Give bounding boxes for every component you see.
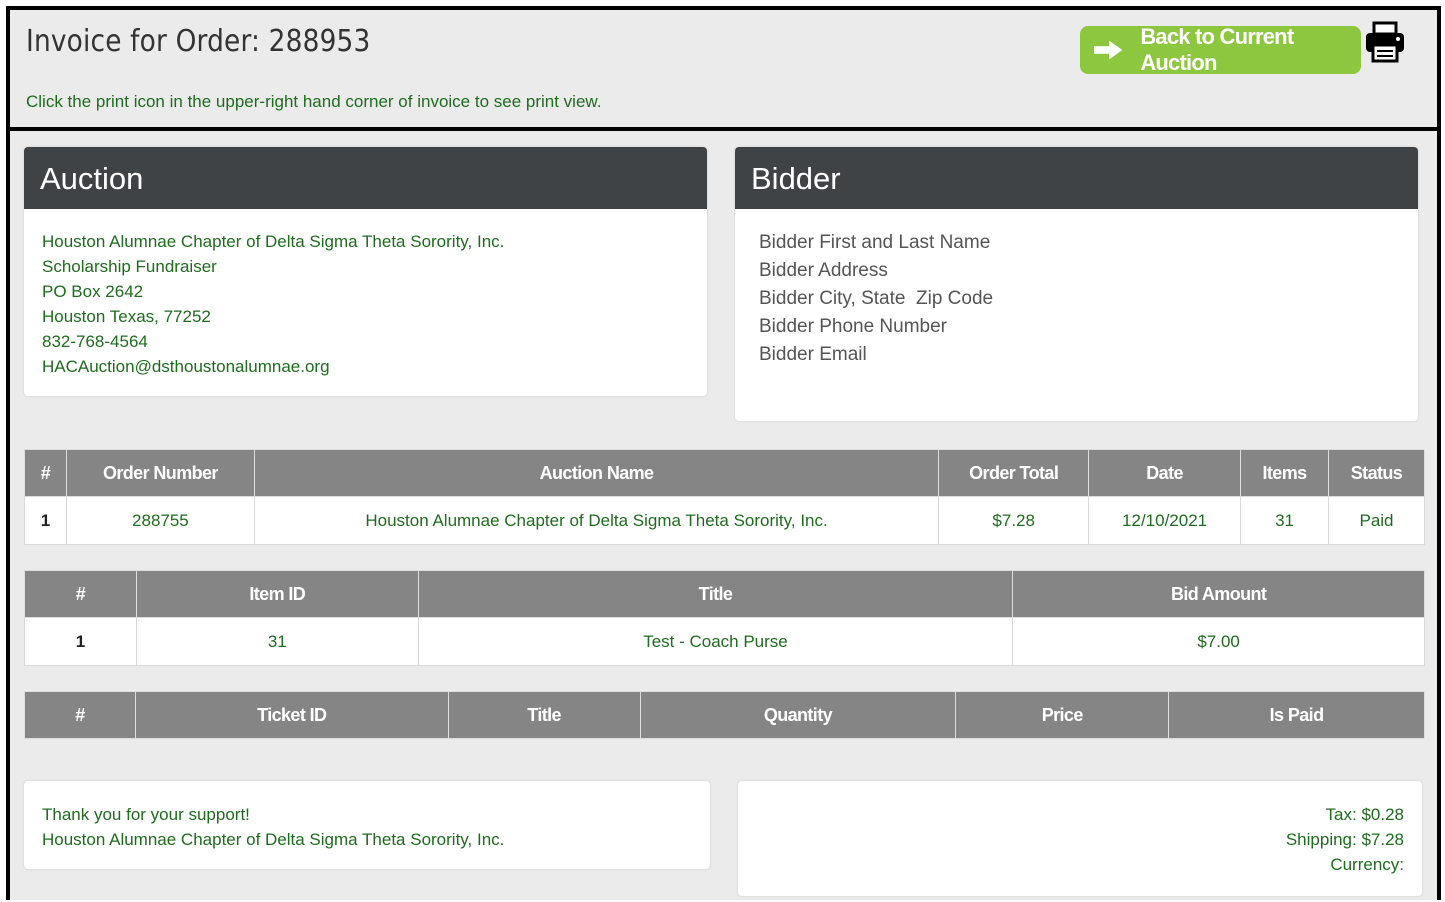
thank-you-card: Thank you for your support! Houston Alum… [24,781,710,869]
order-total: $7.28 [938,496,1090,545]
item-id: 31 [135,617,419,666]
print-icon[interactable] [1363,20,1407,64]
col-header-date: Date [1088,449,1242,497]
col-header-order-total: Order Total [938,449,1090,497]
invoice-header: Invoice for Order: 288953 Click the prin… [6,6,1441,131]
col-header-is-paid: Is Paid [1168,691,1425,739]
auction-card: Auction Houston Alumnae Chapter of Delta… [24,147,707,396]
auction-line: 832-768-4564 [42,332,148,351]
col-header-auction-name: Auction Name [253,449,940,497]
bidder-details: Bidder First and Last Name Bidder Addres… [735,209,1418,389]
auction-heading: Auction [24,147,707,209]
item-title: Test - Coach Purse [417,617,1014,666]
bidder-address: Bidder Address [759,260,888,281]
invoice-body: Auction Houston Alumnae Chapter of Delta… [6,127,1441,900]
auction-name: Houston Alumnae Chapter of Delta Sigma T… [253,496,940,545]
tickets-table: # Ticket ID Title Quantity Price Is Paid [24,691,1425,739]
currency-label: Currency: [1330,855,1404,874]
order-status: Paid [1328,496,1425,545]
bidder-name: Bidder First and Last Name [759,232,991,253]
col-header-bid-amount: Bid Amount [1012,570,1425,618]
table-row: 1 288755 Houston Alumnae Chapter of Delt… [24,496,1425,545]
auction-details: Houston Alumnae Chapter of Delta Sigma T… [24,209,707,399]
shipping-amount: Shipping: $7.28 [1285,830,1404,849]
arrow-right-icon [1094,40,1123,60]
print-hint: Click the print icon in the upper-right … [26,92,602,111]
auction-line: Houston Texas, 77252 [42,307,211,326]
col-header-status: Status [1328,449,1425,497]
row-index: 1 [24,496,67,545]
thank-you-organization: Houston Alumnae Chapter of Delta Sigma T… [42,830,505,849]
order-number: 288755 [65,496,255,545]
col-header-order-number: Order Number [65,449,255,497]
col-header-items: Items [1240,449,1329,497]
auction-email: HACAuction@dsthoustonalumnae.org [42,357,330,376]
col-header-ticket-id: Ticket ID [134,691,449,739]
bidder-card: Bidder Bidder First and Last Name Bidder… [735,147,1418,421]
tax-amount: Tax: $0.28 [1325,805,1404,824]
col-header-index: # [24,570,137,618]
auction-line: Scholarship Fundraiser [42,257,217,276]
page-title: Invoice for Order: 288953 [26,24,371,59]
bid-amount: $7.00 [1012,617,1425,666]
col-header-title: Title [447,691,641,739]
order-date: 12/10/2021 [1088,496,1242,545]
col-header-price: Price [955,691,1170,739]
row-index: 1 [24,617,137,666]
col-header-index: # [24,449,67,497]
auction-line: Houston Alumnae Chapter of Delta Sigma T… [42,232,505,251]
col-header-quantity: Quantity [639,691,957,739]
bidder-phone: Bidder Phone Number [759,316,947,337]
order-items: 31 [1240,496,1329,545]
auction-line: PO Box 2642 [42,282,144,301]
thank-you-message: Thank you for your support! [42,805,250,824]
items-table: # Item ID Title Bid Amount 1 31 Test - C… [24,570,1425,666]
col-header-title: Title [417,570,1014,618]
table-row: 1 31 Test - Coach Purse $7.00 [24,617,1425,666]
bidder-city-state-zip: Bidder City, State Zip Code [759,288,994,309]
back-button-label: Back to Current Auction [1140,24,1294,75]
orders-table: # Order Number Auction Name Order Total … [24,449,1425,545]
totals-card: Tax: $0.28 Shipping: $7.28 Currency: [738,781,1422,896]
bidder-heading: Bidder [735,147,1418,209]
bidder-email: Bidder Email [759,344,867,365]
back-to-current-auction-button[interactable]: Back to Current Auction [1080,24,1361,75]
col-header-index: # [24,691,136,739]
col-header-item-id: Item ID [135,570,419,618]
